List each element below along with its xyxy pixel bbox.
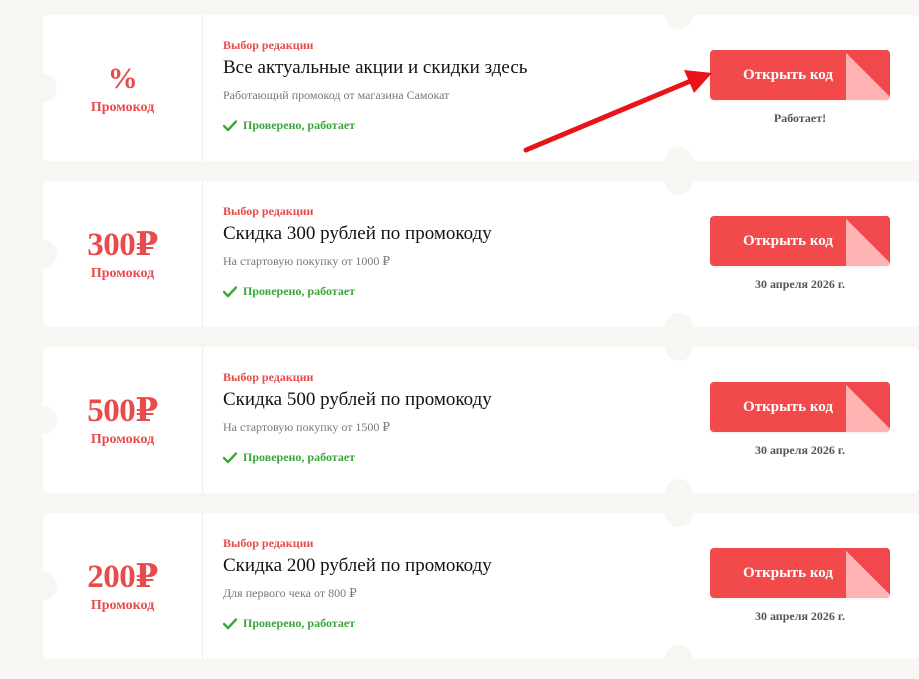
open-code-button-label: Открыть код: [743, 399, 833, 415]
offer-value-panel: 300₽ Промокод: [43, 181, 203, 327]
offer-value-panel: 200₽ Промокод: [43, 513, 203, 659]
open-code-button-label: Открыть код: [743, 233, 833, 249]
offer-value: 500₽: [87, 392, 158, 429]
check-icon: [223, 451, 237, 463]
offer-info: Выбор редакции Скидка 200 рублей по пром…: [223, 536, 653, 631]
offer-description: На стартовую покупку от 1500 ₽: [223, 420, 391, 434]
offer-action: Открыть код 30 апреля 2026 г.: [710, 548, 890, 624]
offer-value-label: Промокод: [90, 431, 155, 447]
check-icon: [223, 285, 237, 297]
offer-card: 500₽ Промокод Выбор редакции Скидка 500 …: [29, 333, 919, 507]
offer-action: Открыть код Работает!: [710, 50, 890, 126]
editor-choice-badge: Выбор редакции: [223, 38, 314, 52]
verified-label: Проверено, работает: [243, 450, 356, 464]
check-icon: [223, 119, 237, 131]
editor-choice-badge: Выбор редакции: [223, 370, 314, 384]
offer-card: 200₽ Промокод Выбор редакции Скидка 200 …: [29, 499, 919, 673]
offer-title: Все актуальные акции и скидки здесь: [223, 57, 528, 78]
offer-title: Скидка 200 рублей по промокоду: [223, 555, 492, 576]
open-code-button-label: Открыть код: [743, 67, 833, 83]
offer-action: Открыть код 30 апреля 2026 г.: [710, 216, 890, 292]
offer-list: % Промокод Выбор редакции Все актуальные…: [29, 1, 919, 679]
offer-info: Выбор редакции Все актуальные акции и ск…: [223, 38, 653, 133]
offer-expiry-date: 30 апреля 2026 г.: [754, 609, 846, 623]
offer-info: Выбор редакции Скидка 300 рублей по пром…: [223, 204, 653, 299]
open-code-button[interactable]: Открыть код: [710, 548, 890, 598]
offer-value-panel: % Промокод: [43, 15, 203, 161]
editor-choice-badge: Выбор редакции: [223, 204, 314, 218]
offer-action: Открыть код 30 апреля 2026 г.: [710, 382, 890, 458]
offer-description: На стартовую покупку от 1000 ₽: [223, 254, 391, 268]
offer-status: Работает!: [773, 111, 827, 125]
offer-value: 300₽: [87, 226, 158, 263]
verified-label: Проверено, работает: [243, 616, 356, 630]
offer-value-label: Промокод: [90, 265, 155, 281]
offer-value: %: [107, 61, 138, 95]
offer-expiry-date: 30 апреля 2026 г.: [754, 277, 846, 291]
open-code-button[interactable]: Открыть код: [710, 216, 890, 266]
open-code-button-label: Открыть код: [743, 565, 833, 581]
offer-title: Скидка 300 рублей по промокоду: [223, 223, 492, 244]
offer-title: Скидка 500 рублей по промокоду: [223, 389, 492, 410]
verified-status: Проверено, работает: [223, 118, 653, 133]
offer-value-label: Промокод: [90, 99, 155, 115]
offer-expiry-date: 30 апреля 2026 г.: [754, 443, 846, 457]
offer-card: % Промокод Выбор редакции Все актуальные…: [29, 1, 919, 175]
offer-description: Для первого чека от 800 ₽: [223, 586, 357, 600]
offer-value-label: Промокод: [90, 597, 155, 613]
open-code-button[interactable]: Открыть код: [710, 382, 890, 432]
offer-value-panel: 500₽ Промокод: [43, 347, 203, 493]
offer-info: Выбор редакции Скидка 500 рублей по пром…: [223, 370, 653, 465]
verified-status: Проверено, работает: [223, 616, 653, 631]
open-code-button[interactable]: Открыть код: [710, 50, 890, 100]
offer-description: Работающий промокод от магазина Самокат: [223, 88, 450, 102]
offer-value: 200₽: [87, 558, 158, 595]
verified-label: Проверено, работает: [243, 118, 356, 132]
verified-status: Проверено, работает: [223, 284, 653, 299]
editor-choice-badge: Выбор редакции: [223, 536, 314, 550]
check-icon: [223, 617, 237, 629]
offer-card: 300₽ Промокод Выбор редакции Скидка 300 …: [29, 167, 919, 341]
verified-label: Проверено, работает: [243, 284, 356, 298]
verified-status: Проверено, работает: [223, 450, 653, 465]
